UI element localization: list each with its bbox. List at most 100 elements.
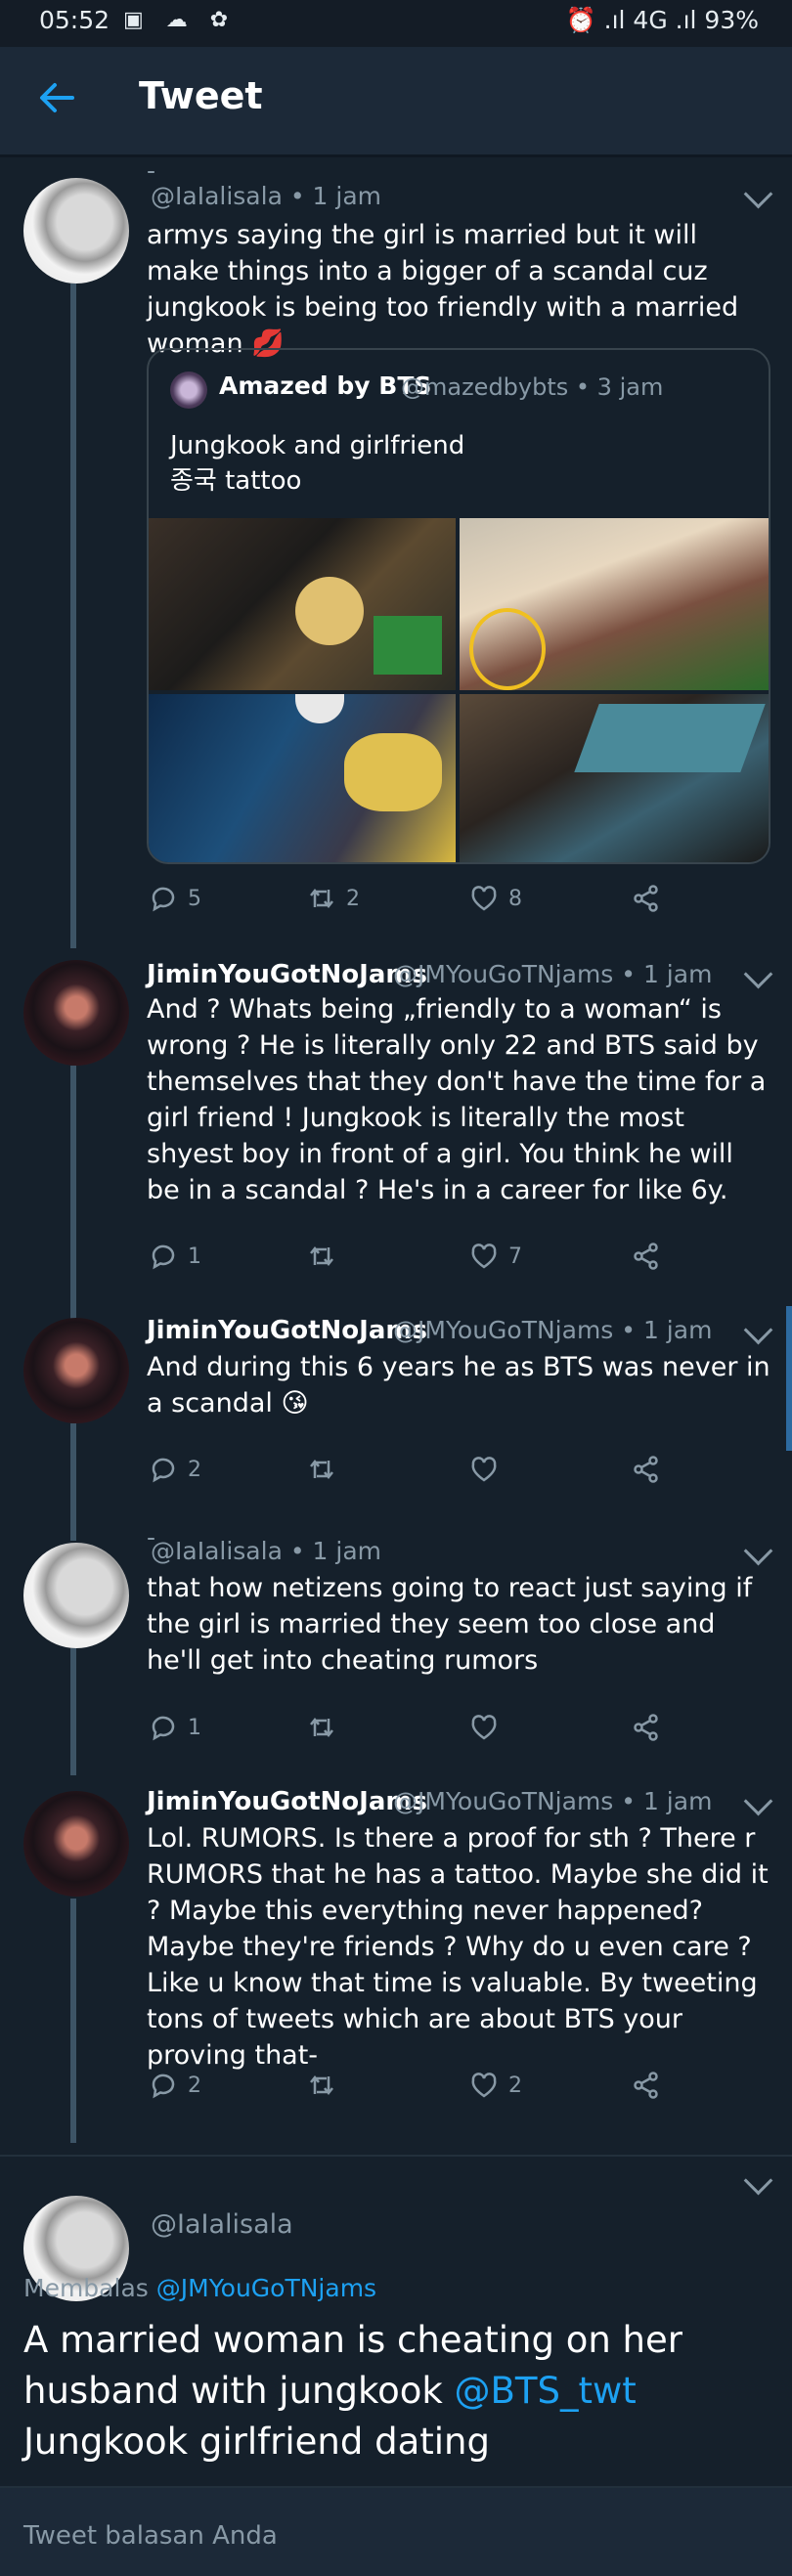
- retweet-button[interactable]: [307, 1242, 346, 1271]
- reply-button[interactable]: 1: [149, 1242, 201, 1271]
- tweet-handle[interactable]: @IaIalisala: [151, 2209, 293, 2240]
- reply-button[interactable]: 2: [149, 1455, 201, 1484]
- tweet-handle-time[interactable]: @IaIalisala • 1 jam: [151, 1537, 381, 1565]
- thread-line: [70, 1066, 76, 1320]
- heart-icon: [471, 1244, 497, 1269]
- chevron-down-icon[interactable]: [743, 1315, 773, 1345]
- retweet-icon: [310, 2074, 333, 2096]
- reply-icon: [152, 887, 175, 912]
- replying-prefix: Membalas: [23, 2274, 149, 2302]
- quoted-tweet[interactable]: Amazed by BTS @mazedbybts • 3 jam Jungko…: [147, 348, 770, 864]
- share-icon[interactable]: [632, 1242, 661, 1271]
- heart-icon: [471, 886, 497, 911]
- tweet-handle-time[interactable]: @JMYouGoTNjams • 1 jam: [393, 960, 712, 988]
- like-count: 8: [508, 886, 522, 911]
- like-button[interactable]: 2: [469, 2071, 522, 2100]
- thread-line: [70, 1899, 76, 2143]
- reply-count: 2: [188, 2073, 201, 2098]
- status-right: ⏰ .ıl 4G .ıl 93%: [565, 6, 759, 34]
- avatar[interactable]: [23, 1791, 129, 1897]
- reply-count: 1: [188, 1715, 201, 1740]
- tweet-handle-time[interactable]: @JMYouGoTNjams • 1 jam: [393, 1787, 712, 1815]
- media-image[interactable]: [149, 518, 456, 690]
- replying-to-link[interactable]: @JMYouGoTNjams: [156, 2274, 376, 2302]
- avatar[interactable]: [23, 960, 129, 1066]
- page-title: Tweet: [139, 74, 263, 117]
- main-tweet-text-part: Jungkook girlfriend dating: [23, 2421, 490, 2463]
- retweet-icon: [310, 1245, 333, 1267]
- status-bar: 05:52 ▣ ☁ ✿ ⏰ .ıl 4G .ıl 93%: [0, 0, 792, 47]
- reply-button[interactable]: 2: [149, 2071, 201, 2100]
- mention-link[interactable]: @BTS_twt: [455, 2370, 637, 2412]
- avatar[interactable]: [23, 178, 129, 284]
- media-image[interactable]: [149, 694, 456, 862]
- chevron-down-icon[interactable]: [743, 1786, 773, 1816]
- like-button[interactable]: [469, 1455, 508, 1484]
- retweet-button[interactable]: [307, 2071, 346, 2100]
- main-tweet-text: A married woman is cheating on her husba…: [23, 2315, 776, 2467]
- quote-display-name: Amazed by BTS: [219, 371, 432, 400]
- thread-line: [70, 284, 76, 948]
- reply-count: 5: [188, 886, 201, 911]
- reply-icon: [152, 2074, 175, 2099]
- quote-text: Jungkook and girlfriend 종국 tattoo: [170, 428, 464, 499]
- display-name: JiminYouGotNoJams: [147, 1787, 427, 1816]
- like-count: 2: [508, 2073, 522, 2098]
- reply-compose-bar[interactable]: Tweet balasan Anda: [0, 2486, 792, 2576]
- display-name: -: [147, 156, 156, 185]
- like-button[interactable]: 8: [469, 884, 522, 913]
- share-icon[interactable]: [632, 1713, 661, 1742]
- heart-icon: [471, 1457, 497, 1482]
- chevron-down-icon[interactable]: [743, 959, 773, 989]
- retweet-icon: [310, 1459, 333, 1480]
- display-name: JiminYouGotNoJams: [147, 960, 427, 989]
- tweet-text: Lol. RUMORS. Is there a proof for sth ? …: [147, 1823, 769, 2071]
- reply-count: 1: [188, 1244, 201, 1269]
- chevron-down-icon[interactable]: [743, 1536, 773, 1566]
- thread-line: [70, 1423, 76, 1541]
- share-icon[interactable]: [632, 884, 661, 913]
- share-icon[interactable]: [632, 1455, 661, 1484]
- like-count: 7: [508, 1244, 522, 1269]
- retweet-button[interactable]: [307, 1713, 346, 1742]
- tweet-text: that how netizens going to react just sa…: [147, 1573, 753, 1676]
- avatar[interactable]: [23, 1318, 129, 1423]
- reply-icon: [152, 1716, 175, 1741]
- top-app-bar: Tweet: [0, 47, 792, 156]
- avatar[interactable]: [23, 1543, 129, 1648]
- reply-button[interactable]: 1: [149, 1713, 201, 1742]
- notification-icons: ▣ ☁ ✿: [123, 8, 237, 32]
- tweet-handle-time[interactable]: @JMYouGoTNjams • 1 jam: [393, 1316, 712, 1344]
- chevron-down-icon[interactable]: [743, 2165, 773, 2196]
- retweet-icon: [310, 1717, 333, 1738]
- chevron-down-icon[interactable]: [743, 179, 773, 209]
- status-time: 05:52: [39, 6, 110, 34]
- display-name: JiminYouGotNoJams: [147, 1316, 427, 1345]
- retweet-count: 2: [346, 886, 360, 911]
- reply-input-placeholder[interactable]: Tweet balasan Anda: [23, 2521, 278, 2551]
- tweet-text: And during this 6 years he as BTS was ne…: [147, 1352, 770, 1419]
- like-button[interactable]: [469, 1713, 508, 1742]
- divider: [0, 2155, 792, 2157]
- scroll-indicator: [786, 1306, 792, 1451]
- heart-icon: [471, 2073, 497, 2098]
- quote-handle-time: @mazedbybts • 3 jam: [401, 373, 664, 401]
- reply-icon: [152, 1244, 175, 1270]
- retweet-button[interactable]: 2: [307, 884, 360, 913]
- media-image[interactable]: [460, 518, 769, 690]
- quote-avatar: [170, 371, 207, 409]
- tweet-text: And ? Whats being „friendly to a woman“ …: [147, 994, 767, 1205]
- retweet-button[interactable]: [307, 1455, 346, 1484]
- tweet-handle-time[interactable]: @IaIalisala • 1 jam: [151, 182, 381, 210]
- thread-line: [70, 1648, 76, 1775]
- share-icon[interactable]: [632, 2071, 661, 2100]
- heart-icon: [471, 1715, 497, 1740]
- replying-to: Membalas @JMYouGoTNjams: [23, 2274, 376, 2302]
- reply-button[interactable]: 5: [149, 884, 201, 913]
- media-image[interactable]: [460, 694, 769, 862]
- reply-icon: [152, 1458, 175, 1483]
- quote-text-line-2: 종국 tattoo: [170, 466, 302, 496]
- back-arrow-icon[interactable]: [35, 76, 78, 119]
- header-divider: [0, 154, 792, 157]
- like-button[interactable]: 7: [469, 1242, 522, 1271]
